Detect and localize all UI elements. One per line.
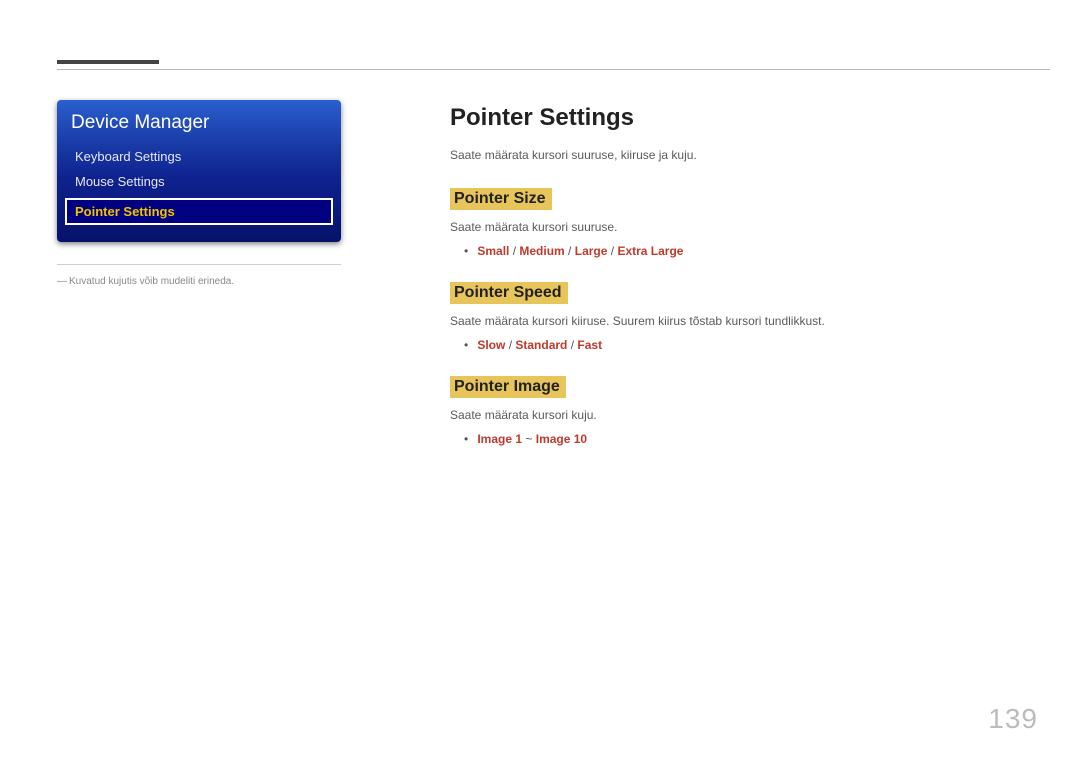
heading-pointer-speed: Pointer Speed xyxy=(450,282,568,304)
sidebar-item-pointer-settings[interactable]: Pointer Settings xyxy=(65,198,333,225)
options-pointer-size: • Small / Medium / Large / Extra Large xyxy=(450,244,1010,258)
content-area: Pointer Settings Saate määrata kursori s… xyxy=(450,104,1010,464)
note-dash-icon: ― xyxy=(57,276,69,287)
options-pointer-speed-list: Slow / Standard / Fast xyxy=(477,338,602,352)
options-pointer-image: • Image 1 ~ Image 10 xyxy=(450,432,1010,446)
page-root: Device Manager Keyboard Settings Mouse S… xyxy=(0,0,1080,763)
options-pointer-size-list: Small / Medium / Large / Extra Large xyxy=(477,244,683,258)
sidebar-item-mouse-settings[interactable]: Mouse Settings xyxy=(65,169,333,194)
sidebar-note: ―Kuvatud kujutis võib mudeliti erineda. xyxy=(57,276,357,287)
sidebar-item-keyboard-settings[interactable]: Keyboard Settings xyxy=(65,144,333,169)
section-pointer-size: Pointer Size Saate määrata kursori suuru… xyxy=(450,182,1010,258)
note-divider xyxy=(57,264,341,265)
desc-pointer-speed: Saate määrata kursori kiiruse. Suurem ki… xyxy=(450,312,1010,330)
options-pointer-speed: • Slow / Standard / Fast xyxy=(450,338,1010,352)
desc-pointer-size: Saate määrata kursori suuruse. xyxy=(450,218,1010,236)
page-intro: Saate määrata kursori suuruse, kiiruse j… xyxy=(450,146,1010,164)
desc-pointer-image: Saate määrata kursori kuju. xyxy=(450,406,1010,424)
section-pointer-image: Pointer Image Saate määrata kursori kuju… xyxy=(450,370,1010,446)
header-accent-bar xyxy=(57,60,159,64)
header-rule xyxy=(57,69,1050,70)
panel-items: Keyboard Settings Mouse Settings Pointer… xyxy=(57,144,341,235)
options-pointer-image-list: Image 1 ~ Image 10 xyxy=(477,432,587,446)
heading-pointer-image: Pointer Image xyxy=(450,376,566,398)
note-text-content: Kuvatud kujutis võib mudeliti erineda. xyxy=(69,276,234,287)
page-number: 139 xyxy=(988,703,1038,735)
bullet-icon: • xyxy=(464,432,474,446)
heading-pointer-size: Pointer Size xyxy=(450,188,552,210)
section-pointer-speed: Pointer Speed Saate määrata kursori kiir… xyxy=(450,276,1010,352)
panel-title: Device Manager xyxy=(57,100,341,144)
bullet-icon: • xyxy=(464,244,474,258)
device-manager-panel: Device Manager Keyboard Settings Mouse S… xyxy=(57,100,341,242)
page-title: Pointer Settings xyxy=(450,104,1010,132)
bullet-icon: • xyxy=(464,338,474,352)
